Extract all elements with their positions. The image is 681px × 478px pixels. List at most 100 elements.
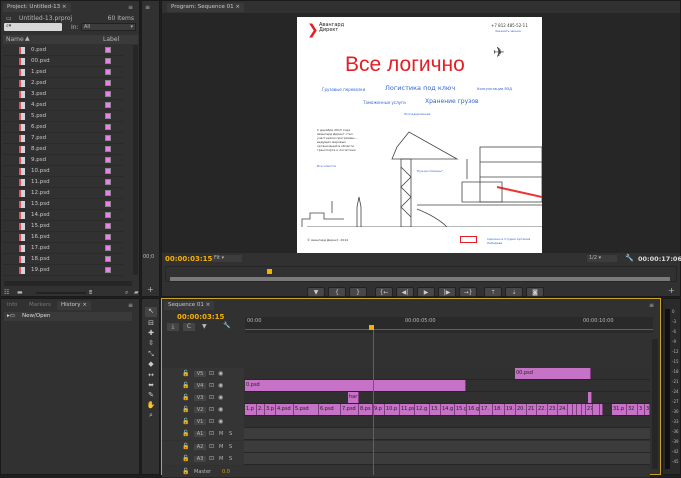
label-swatch[interactable] (105, 135, 111, 141)
lock-icon[interactable]: 🔓 (182, 394, 189, 401)
column-name[interactable]: Name (6, 36, 24, 43)
button-editor-add-button[interactable]: + (668, 286, 675, 295)
rolling-edit-tool-icon[interactable]: ⇳ (145, 339, 157, 349)
label-swatch[interactable] (105, 168, 111, 174)
go-out-button[interactable]: →} (459, 287, 477, 297)
clip[interactable]: har (348, 392, 359, 403)
clip[interactable]: 16.g (467, 404, 480, 415)
clip[interactable]: 3.p (265, 404, 276, 415)
panel-menu-icon[interactable]: ≡ (128, 4, 133, 11)
clip[interactable]: 32 (627, 404, 638, 415)
history-item[interactable]: ▸▭ New/Open (4, 312, 132, 321)
clip[interactable]: 0.psd (245, 380, 466, 391)
track-name[interactable]: A2 (194, 444, 206, 450)
clip[interactable]: 23. (548, 404, 558, 415)
quality-dropdown[interactable]: 1/2 ▾ (587, 255, 617, 262)
label-swatch[interactable] (105, 190, 111, 196)
sync-lock-icon[interactable]: ⊡ (209, 443, 214, 450)
link-freight[interactable]: Грузовые перевозки (322, 87, 365, 92)
playhead-marker[interactable] (267, 269, 272, 274)
clip[interactable]: 27 (586, 404, 593, 415)
clip[interactable]: 00.psd (515, 368, 591, 379)
clip[interactable]: 18. (493, 404, 505, 415)
icon-view-icon[interactable]: ▬ (17, 289, 23, 296)
label-swatch[interactable] (105, 179, 111, 185)
project-item[interactable]: 16.psd (3, 232, 123, 243)
project-item[interactable]: 12.psd (3, 188, 123, 199)
lock-icon[interactable]: 🔓 (182, 370, 189, 377)
label-swatch[interactable] (105, 47, 111, 53)
label-swatch[interactable] (105, 267, 111, 273)
label-swatch[interactable] (105, 80, 111, 86)
label-swatch[interactable] (105, 113, 111, 119)
tab-info[interactable]: Info (3, 301, 21, 310)
list-view-icon[interactable]: ☷ (4, 289, 9, 296)
work-area-bar[interactable] (245, 329, 653, 330)
label-swatch[interactable] (105, 223, 111, 229)
label-swatch[interactable] (105, 102, 111, 108)
project-item[interactable]: 15.psd (3, 221, 123, 232)
eye-icon[interactable]: ◉ (218, 418, 223, 425)
panel-menu-icon[interactable]: ≡ (145, 4, 150, 11)
go-in-button[interactable]: {← (375, 287, 393, 297)
project-item[interactable]: 4.psd (3, 100, 123, 111)
project-item[interactable]: 19.psd (3, 265, 123, 276)
project-item[interactable]: 3.psd (3, 89, 123, 100)
export-frame-button[interactable]: ◙ (526, 287, 544, 297)
settings-wrench-icon[interactable]: 🔧 (625, 254, 634, 262)
project-item[interactable]: 2.psd (3, 78, 123, 89)
timeline-timecode[interactable]: 00:00:03:15 (177, 313, 224, 321)
pen-tool-icon[interactable]: ✎ (145, 391, 157, 401)
lock-icon[interactable]: 🔓 (182, 382, 189, 389)
tab-markers[interactable]: Markers (25, 301, 55, 310)
project-item[interactable]: 10.psd (3, 166, 123, 177)
clip[interactable]: 3 (638, 404, 645, 415)
timeline-settings-wrench-icon[interactable]: 🔧 (223, 322, 230, 329)
out-button[interactable]: } (349, 287, 367, 297)
link-forwarding[interactable]: Экспедирование (404, 112, 431, 116)
clip[interactable]: 3 (645, 404, 650, 415)
mini-timeline[interactable] (165, 266, 677, 282)
track-A3[interactable]: 🔓 A3 ⊡ M S (162, 453, 650, 465)
razor-tool-icon[interactable]: ◆ (145, 360, 157, 370)
project-item[interactable]: 18.psd (3, 254, 123, 265)
clip[interactable] (593, 404, 600, 415)
sync-lock-icon[interactable]: ⊡ (209, 430, 214, 437)
project-item[interactable]: 7.psd (3, 133, 123, 144)
slip-tool-icon[interactable]: ↔ (145, 371, 157, 381)
automate-icon[interactable]: ⩩ (89, 289, 92, 297)
clip[interactable]: 31.p (612, 404, 627, 415)
play-button[interactable]: ▶ (417, 287, 435, 297)
label-swatch[interactable] (105, 124, 111, 130)
clip[interactable]: 4.psd (276, 404, 294, 415)
fit-dropdown[interactable]: Fit ▾ (212, 255, 242, 262)
track-name[interactable]: V2 (194, 407, 206, 413)
in-button[interactable]: { (328, 287, 346, 297)
extract-button[interactable]: ⇣ (505, 287, 523, 297)
find-icon[interactable]: ⌕ (125, 289, 128, 297)
add-marker-icon[interactable]: ▼ (202, 323, 207, 330)
sync-lock-icon[interactable]: ⊡ (209, 455, 214, 462)
zoom-slider[interactable] (36, 292, 86, 294)
label-swatch[interactable] (105, 256, 111, 262)
sync-lock-icon[interactable]: ⊡ (209, 418, 214, 425)
eye-icon[interactable]: ◉ (218, 394, 223, 401)
sync-lock-icon[interactable]: ⊡ (209, 370, 214, 377)
project-item[interactable]: 14.psd (3, 210, 123, 221)
label-swatch[interactable] (105, 234, 111, 240)
track-name[interactable]: A3 (194, 456, 206, 462)
horizontal-scrollbar[interactable] (4, 281, 132, 286)
track-A2[interactable]: 🔓 A2 ⊡ M S (162, 441, 650, 453)
mute-button[interactable]: M (219, 456, 223, 462)
in-dropdown[interactable]: All ▾ (81, 23, 136, 31)
footer-credit[interactable]: Сделано в Студии Артемия Лебедева (487, 237, 542, 245)
project-item[interactable]: 0.psd (3, 45, 123, 56)
label-swatch[interactable] (105, 245, 111, 251)
clip[interactable]: 2. (257, 404, 265, 415)
lock-icon[interactable]: 🔓 (182, 468, 189, 475)
clip[interactable]: 20. (516, 404, 527, 415)
track-name[interactable]: V1 (194, 419, 206, 425)
clip[interactable]: 1.p (245, 404, 257, 415)
playhead-line[interactable] (373, 330, 374, 475)
lock-icon[interactable]: 🔓 (182, 443, 189, 450)
